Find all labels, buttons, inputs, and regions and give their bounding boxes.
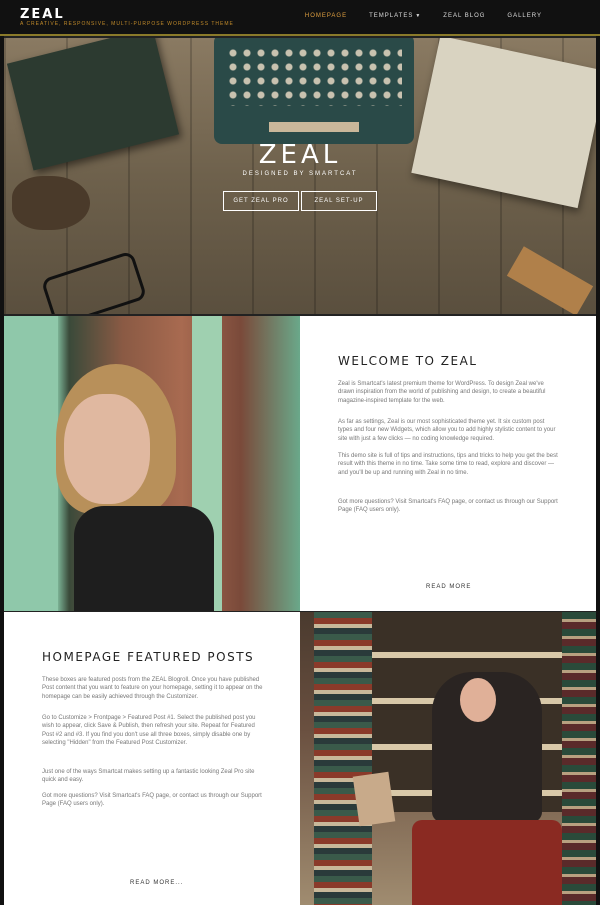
nav-item-templates[interactable]: TEMPLATES ▼ bbox=[369, 13, 421, 19]
featured-read-more-link[interactable]: READ MORE... bbox=[130, 880, 183, 886]
welcome-read-more-link[interactable]: READ MORE bbox=[426, 584, 471, 590]
site-header: ZEAL A Creative, Responsive, Multi-Purpo… bbox=[0, 0, 600, 36]
nav-item-homepage[interactable]: HOMEPAGE bbox=[305, 13, 347, 19]
photo-bookshelf-left bbox=[314, 612, 372, 905]
hero-banner: ZEAL DESIGNED BY SMARTCAT GET ZEAL PRO Z… bbox=[4, 38, 596, 314]
featured-paragraph: These boxes are featured posts from the … bbox=[42, 677, 263, 700]
photo-book bbox=[352, 771, 396, 827]
photo-skirt bbox=[412, 820, 562, 905]
hero-subtitle: DESIGNED BY SMARTCAT bbox=[242, 171, 358, 177]
page-edge-left bbox=[0, 36, 4, 905]
site-logo[interactable]: ZEAL bbox=[20, 7, 65, 22]
hero-pinecone-image bbox=[12, 176, 90, 230]
featured-paragraph: Go to Customize > Frontpage > Featured P… bbox=[42, 715, 256, 747]
featured-photo bbox=[300, 612, 596, 905]
featured-title: HOMEPAGE FEATURED POSTS bbox=[42, 650, 255, 664]
site-tagline: A Creative, Responsive, Multi-Purpose Wo… bbox=[20, 21, 234, 27]
nav-label: HOMEPAGE bbox=[304, 13, 348, 19]
welcome-paragraph: As far as settings, Zeal is our most sop… bbox=[338, 419, 556, 442]
photo-bookshelf-right bbox=[562, 612, 596, 905]
zeal-setup-button[interactable]: ZEAL SET-UP bbox=[301, 191, 377, 211]
page-edge-right bbox=[596, 36, 600, 905]
nav-item-gallery[interactable]: GALLERY bbox=[507, 13, 542, 19]
nav-label: TEMPLATES bbox=[369, 13, 414, 19]
featured-paragraph: Just one of the ways Smartcat makes sett… bbox=[42, 769, 255, 784]
photo-face bbox=[64, 394, 150, 504]
hero-notebook-image bbox=[411, 38, 596, 209]
chevron-down-icon: ▼ bbox=[415, 13, 422, 19]
featured-paragraph: Got more questions? Visit Smartcat's FAQ… bbox=[42, 793, 262, 808]
nav-label: ZEAL BLOG bbox=[443, 13, 486, 19]
get-zeal-pro-button[interactable]: GET ZEAL PRO bbox=[223, 191, 299, 211]
typewriter-bar bbox=[269, 122, 359, 132]
welcome-title: WELCOME TO ZEAL bbox=[338, 354, 478, 368]
hero-small-book-image bbox=[506, 246, 594, 314]
welcome-section: WELCOME TO ZEAL Zeal is Smartcat's lates… bbox=[300, 316, 596, 611]
photo-body bbox=[74, 506, 214, 611]
hero-typewriter-image bbox=[214, 38, 414, 144]
welcome-photo bbox=[4, 316, 300, 611]
nav-label: GALLERY bbox=[507, 13, 542, 19]
nav-item-zeal-blog[interactable]: ZEAL BLOG bbox=[443, 13, 485, 19]
welcome-paragraph: Zeal is Smartcat's latest premium theme … bbox=[338, 381, 546, 404]
hero-title: ZEAL bbox=[258, 140, 342, 170]
main-nav: HOMEPAGE TEMPLATES ▼ ZEAL BLOG GALLERY bbox=[283, 13, 542, 19]
typewriter-keys bbox=[226, 46, 402, 106]
featured-posts-section: HOMEPAGE FEATURED POSTS These boxes are … bbox=[4, 612, 300, 905]
photo-face bbox=[460, 678, 496, 722]
welcome-paragraph: Got more questions? Visit Smartcat's FAQ… bbox=[338, 499, 558, 514]
hero-glasses-image bbox=[40, 250, 148, 314]
photo-pillar bbox=[4, 316, 58, 611]
welcome-paragraph: This demo site is full of tips and instr… bbox=[338, 453, 558, 476]
